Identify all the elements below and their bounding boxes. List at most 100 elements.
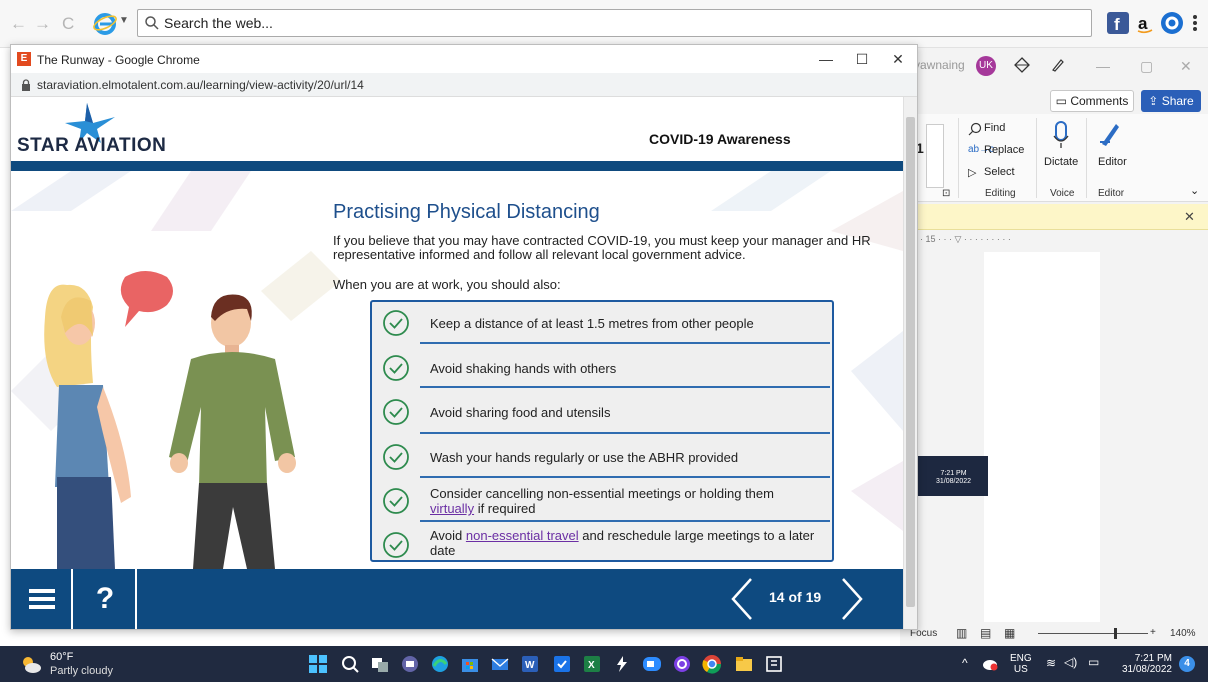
lightning-app-icon[interactable] bbox=[612, 654, 632, 674]
chrome-icon[interactable] bbox=[702, 654, 722, 674]
item-text: Avoid non-essential travel and reschedul… bbox=[430, 528, 815, 558]
task-view-icon[interactable] bbox=[370, 654, 390, 674]
microphone-icon[interactable] bbox=[1052, 120, 1070, 150]
zoom-slider-handle[interactable] bbox=[1114, 628, 1117, 639]
close-icon[interactable]: ✕ bbox=[1180, 58, 1192, 75]
virtually-link[interactable]: virtually bbox=[430, 501, 474, 516]
mail-icon[interactable] bbox=[490, 654, 510, 674]
group-label-voice: Voice bbox=[1050, 188, 1075, 199]
notification-bar: ✕ bbox=[900, 204, 1208, 230]
previous-page-button[interactable] bbox=[727, 575, 757, 623]
divider bbox=[420, 342, 830, 344]
non-essential-travel-link[interactable]: non-essential travel bbox=[466, 528, 579, 543]
file-explorer-icon[interactable] bbox=[734, 654, 754, 674]
dictate-button[interactable]: Dictate bbox=[1044, 156, 1078, 168]
editor-button[interactable]: Editor bbox=[1098, 156, 1127, 168]
partly-cloudy-icon[interactable] bbox=[20, 654, 42, 674]
share-icon: ⇪ bbox=[1148, 94, 1159, 108]
editor-icon[interactable] bbox=[1098, 120, 1122, 148]
search-icon[interactable] bbox=[340, 654, 360, 674]
cloud-warning-icon[interactable] bbox=[982, 657, 998, 671]
zoom-app-icon[interactable] bbox=[642, 654, 662, 674]
chevron-down-icon[interactable]: ▼ bbox=[119, 15, 129, 26]
minimize-icon[interactable]: — bbox=[1096, 58, 1110, 74]
check-circle-icon bbox=[383, 355, 409, 381]
find-button[interactable]: Find bbox=[984, 122, 1005, 134]
weather-temperature[interactable]: 60°F bbox=[50, 651, 73, 663]
share-button[interactable]: ⇪ Share bbox=[1141, 90, 1201, 112]
planner-icon[interactable] bbox=[552, 654, 572, 674]
print-layout-icon[interactable]: ▤ bbox=[980, 626, 991, 640]
replace-button[interactable]: Replace bbox=[984, 144, 1024, 156]
chevron-up-icon[interactable]: ^ bbox=[962, 657, 968, 669]
clock[interactable]: 7:21 PM 31/08/2022 bbox=[1116, 653, 1172, 675]
help-button[interactable]: ? bbox=[75, 569, 137, 629]
maximize-button[interactable]: ☐ bbox=[847, 49, 877, 69]
man-illustration bbox=[169, 294, 296, 569]
document-page[interactable] bbox=[984, 252, 1100, 672]
distancing-checklist: Keep a distance of at least 1.5 metres f… bbox=[370, 300, 834, 562]
search-input[interactable] bbox=[164, 13, 1064, 33]
avatar[interactable]: UK bbox=[976, 56, 996, 76]
popup-scrollbar[interactable] bbox=[903, 97, 917, 629]
web-search-box[interactable] bbox=[137, 9, 1092, 37]
extension-d-icon[interactable] bbox=[1161, 12, 1183, 34]
item-text: Avoid sharing food and utensils bbox=[430, 405, 611, 420]
facebook-icon[interactable]: f bbox=[1107, 12, 1129, 34]
check-circle-icon bbox=[383, 532, 409, 558]
thumbnail-clock: 7:21 PM 31/08/2022 bbox=[936, 470, 972, 485]
web-layout-icon[interactable]: ▦ bbox=[1004, 626, 1015, 640]
address-bar[interactable]: staraviation.elmotalent.com.au/learning/… bbox=[11, 73, 917, 97]
forward-button[interactable]: → bbox=[34, 14, 51, 34]
dialog-launcher-icon[interactable]: ⊡ bbox=[942, 188, 950, 199]
close-icon[interactable]: ✕ bbox=[1184, 209, 1195, 225]
wifi-icon[interactable]: ≋ bbox=[1046, 657, 1056, 669]
weather-description[interactable]: Partly cloudy bbox=[50, 665, 113, 677]
word-ribbon: 1 ⊡ Find ab→c Replace ▷ Select Editing D… bbox=[900, 114, 1208, 202]
ribbon-collapse-icon[interactable]: ⌄ bbox=[1190, 184, 1199, 197]
more-options-icon[interactable] bbox=[1192, 13, 1198, 33]
zoom-in-button[interactable]: + bbox=[1150, 627, 1156, 638]
page-indicator: 14 of 19 bbox=[769, 589, 822, 605]
zoom-level[interactable]: 140% bbox=[1170, 628, 1196, 639]
microsoft-store-icon[interactable] bbox=[460, 654, 480, 674]
internet-explorer-icon[interactable] bbox=[92, 10, 118, 36]
circle-app-icon[interactable] bbox=[672, 654, 692, 674]
windows-start-icon[interactable] bbox=[308, 654, 328, 674]
amazon-icon[interactable]: a bbox=[1134, 12, 1156, 34]
comments-button[interactable]: ▭ Comments bbox=[1050, 90, 1134, 112]
course-popup-window: E The Runway - Google Chrome — ☐ ✕ stara… bbox=[10, 44, 918, 630]
next-page-button[interactable] bbox=[837, 575, 867, 623]
teams-chat-icon[interactable] bbox=[400, 654, 420, 674]
battery-icon[interactable]: ▭ bbox=[1088, 656, 1099, 668]
font-size-stepper[interactable] bbox=[926, 124, 944, 188]
diamond-icon[interactable] bbox=[1014, 57, 1030, 73]
pen-icon[interactable] bbox=[1050, 57, 1066, 73]
scrollbar-thumb[interactable] bbox=[906, 117, 915, 607]
language-indicator[interactable]: ENG US bbox=[1010, 653, 1032, 675]
ribbon-separator bbox=[1086, 118, 1087, 198]
refresh-button[interactable]: C bbox=[62, 14, 74, 34]
check-circle-icon bbox=[383, 310, 409, 336]
back-button[interactable]: ← bbox=[10, 14, 27, 34]
ruler: · 15 · · · ▽ · · · · · · · · · bbox=[900, 230, 1208, 252]
volume-icon[interactable]: ◁) bbox=[1064, 656, 1077, 668]
word-icon[interactable]: W bbox=[520, 654, 540, 674]
star-aviation-logo: STAR AVIATION bbox=[17, 101, 187, 161]
minimize-button[interactable]: — bbox=[811, 49, 841, 69]
hamburger-menu-icon bbox=[29, 589, 55, 609]
select-button[interactable]: Select bbox=[984, 166, 1015, 178]
restore-icon[interactable]: ▢ bbox=[1140, 58, 1153, 75]
item-text: Keep a distance of at least 1.5 metres f… bbox=[430, 316, 754, 331]
close-button[interactable]: ✕ bbox=[883, 49, 913, 69]
excel-icon[interactable]: X bbox=[582, 654, 602, 674]
notification-count-badge[interactable]: 4 bbox=[1179, 656, 1195, 672]
lock-icon bbox=[22, 79, 30, 91]
snipping-tool-icon[interactable] bbox=[764, 654, 784, 674]
read-mode-icon[interactable]: ▥ bbox=[956, 626, 967, 640]
module-title: COVID-19 Awareness bbox=[649, 131, 791, 147]
edge-browser-icon[interactable] bbox=[430, 654, 450, 674]
menu-button[interactable] bbox=[11, 569, 73, 629]
zoom-slider[interactable] bbox=[1038, 633, 1148, 634]
word-status-bar: Focus ▥ ▤ ▦ + 140% bbox=[900, 622, 1208, 646]
